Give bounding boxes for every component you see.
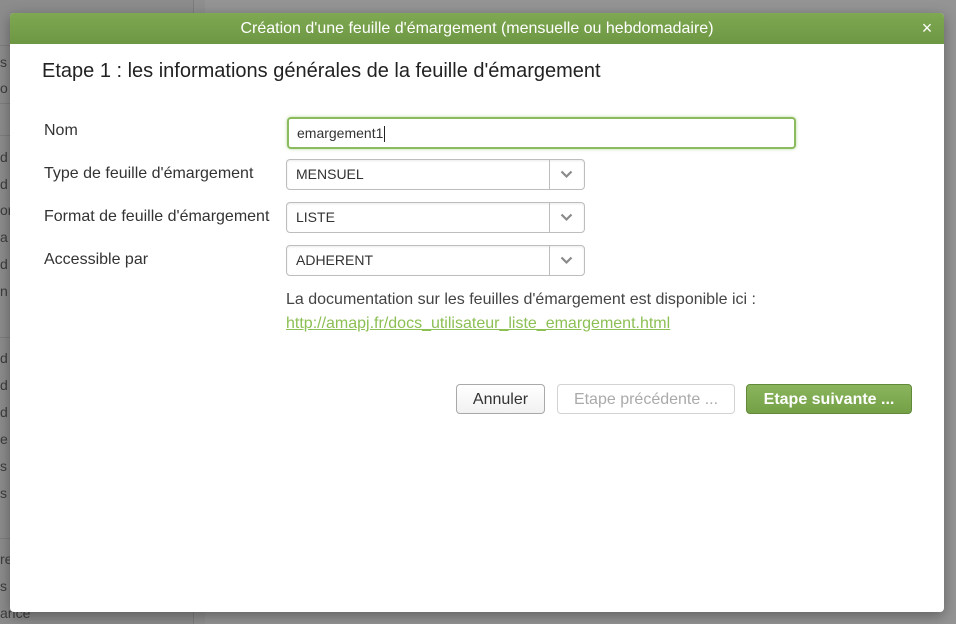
background-text: s bbox=[0, 458, 7, 474]
nom-input-value: emargement1 bbox=[297, 125, 384, 141]
background-text: d bbox=[0, 149, 8, 165]
background-text: d bbox=[0, 176, 8, 192]
background-text: d bbox=[0, 404, 8, 420]
background-text: d bbox=[0, 377, 8, 393]
previous-step-button[interactable]: Etape précédente ... bbox=[557, 384, 735, 414]
step-title: Etape 1 : les informations générales de … bbox=[42, 60, 601, 82]
format-select[interactable]: LISTE bbox=[286, 202, 585, 233]
chevron-down-icon bbox=[560, 256, 573, 265]
background-text: d bbox=[0, 256, 8, 272]
format-select-value: LISTE bbox=[296, 209, 335, 225]
background-text: s bbox=[0, 485, 7, 501]
dialog-header: Création d'une feuille d'émargement (men… bbox=[10, 13, 944, 44]
background-text: s bbox=[0, 578, 7, 594]
documentation-link[interactable]: http://amapj.fr/docs_utilisateur_liste_e… bbox=[286, 315, 670, 333]
background-text: e bbox=[0, 431, 8, 447]
type-label: Type de feuille d'émargement bbox=[44, 165, 254, 182]
nom-input[interactable]: emargement1 bbox=[287, 117, 796, 149]
format-dropdown-button[interactable] bbox=[549, 203, 584, 232]
sheet-creation-dialog: Création d'une feuille d'émargement (men… bbox=[10, 13, 944, 612]
type-dropdown-button[interactable] bbox=[549, 160, 584, 189]
text-caret bbox=[384, 126, 386, 143]
background-text: n bbox=[0, 283, 8, 299]
type-select-value: MENSUEL bbox=[296, 166, 364, 182]
documentation-text: La documentation sur les feuilles d'émar… bbox=[286, 291, 756, 308]
dialog-title: Création d'une feuille d'émargement (men… bbox=[240, 20, 714, 37]
background-text: o bbox=[0, 80, 8, 96]
accessible-label: Accessible par bbox=[44, 251, 149, 268]
background-text: d bbox=[0, 350, 8, 366]
cancel-button[interactable]: Annuler bbox=[456, 384, 545, 414]
accessible-dropdown-button[interactable] bbox=[549, 246, 584, 275]
background-text: a bbox=[0, 229, 8, 245]
close-icon[interactable]: × bbox=[918, 13, 936, 44]
background-text: s bbox=[0, 54, 7, 70]
chevron-down-icon bbox=[560, 170, 573, 179]
nom-label: Nom bbox=[44, 122, 78, 139]
format-label: Format de feuille d'émargement bbox=[44, 208, 270, 225]
next-step-button[interactable]: Etape suivante ... bbox=[746, 384, 912, 414]
type-select[interactable]: MENSUEL bbox=[286, 159, 585, 190]
accessible-select[interactable]: ADHERENT bbox=[286, 245, 585, 276]
accessible-select-value: ADHERENT bbox=[296, 252, 374, 268]
chevron-down-icon bbox=[560, 213, 573, 222]
